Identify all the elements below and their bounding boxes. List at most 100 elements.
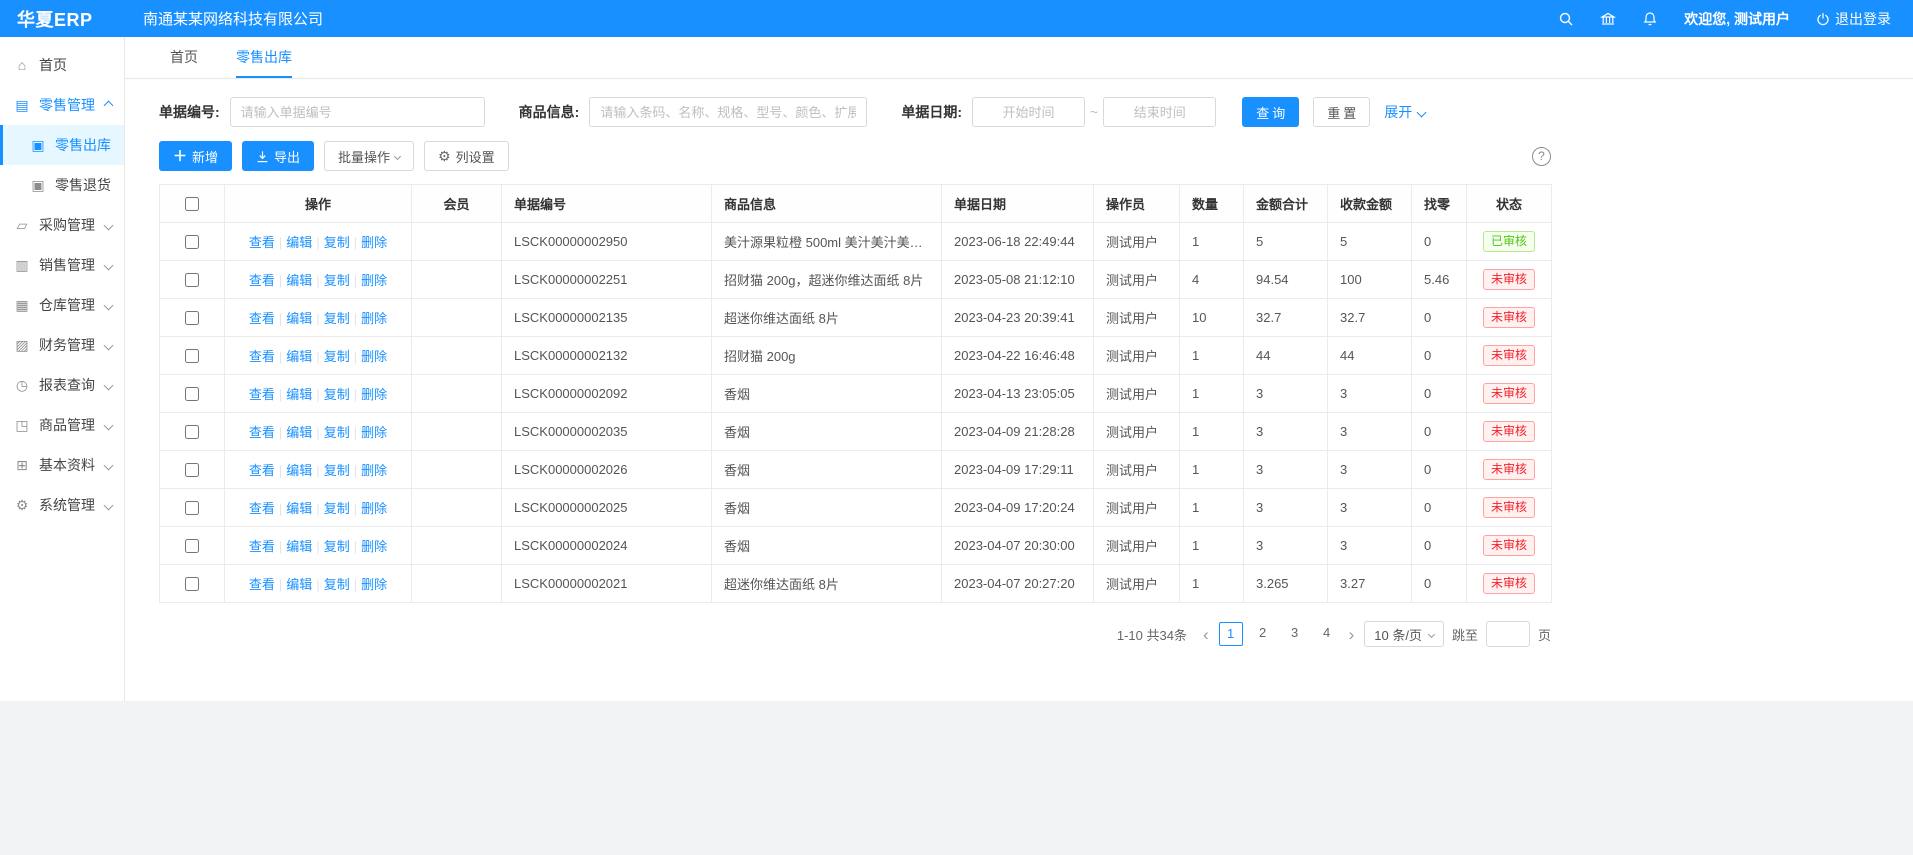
row-action-edit[interactable]: 编辑 (286, 501, 312, 516)
row-action-edit[interactable]: 编辑 (286, 539, 312, 554)
row-action-delete[interactable]: 删除 (361, 273, 387, 288)
row-checkbox[interactable] (185, 273, 199, 287)
row-checkbox[interactable] (185, 539, 199, 553)
sidebar-item-goods[interactable]: ◳商品管理 (0, 405, 124, 445)
row-checkbox[interactable] (185, 235, 199, 249)
sidebar-item-report[interactable]: ◷报表查询 (0, 365, 124, 405)
page-button-1[interactable]: 1 (1219, 622, 1243, 646)
chevron-down-icon (394, 152, 401, 159)
row-action-edit[interactable]: 编辑 (286, 425, 312, 440)
end-date-input[interactable] (1103, 97, 1216, 127)
page-size-select[interactable]: 10 条/页 (1364, 621, 1444, 647)
row-checkbox[interactable] (185, 463, 199, 477)
page-button-3[interactable]: 3 (1283, 622, 1307, 646)
row-action-view[interactable]: 查看 (249, 273, 275, 288)
row-action-view[interactable]: 查看 (249, 349, 275, 364)
row-action-edit[interactable]: 编辑 (286, 311, 312, 326)
select-all-checkbox[interactable] (185, 197, 199, 211)
row-checkbox[interactable] (185, 311, 199, 325)
row-action-copy[interactable]: 复制 (324, 463, 350, 478)
sidebar-item-basic[interactable]: ⊞基本资料 (0, 445, 124, 485)
tab-home[interactable]: 首页 (170, 37, 198, 78)
row-action-copy[interactable]: 复制 (324, 577, 350, 592)
change-cell: 0 (1412, 299, 1467, 337)
row-checkbox[interactable] (185, 501, 199, 515)
row-action-view[interactable]: 查看 (249, 463, 275, 478)
row-action-edit[interactable]: 编辑 (286, 349, 312, 364)
app-logo: 华夏ERP (0, 6, 125, 32)
row-action-view[interactable]: 查看 (249, 577, 275, 592)
add-button[interactable]: ＋ 新增 (159, 141, 232, 171)
tab-retail-outbound[interactable]: 零售出库 (236, 37, 292, 78)
logout-button[interactable]: 退出登录 (1816, 9, 1891, 29)
row-action-delete[interactable]: 删除 (361, 501, 387, 516)
row-action-view[interactable]: 查看 (249, 235, 275, 250)
action-separator: | (354, 349, 357, 364)
sidebar-item-purchase[interactable]: ▱采购管理 (0, 205, 124, 245)
row-action-delete[interactable]: 删除 (361, 425, 387, 440)
row-action-copy[interactable]: 复制 (324, 349, 350, 364)
member-cell (412, 413, 502, 451)
next-page-button[interactable]: › (1347, 626, 1357, 643)
sidebar-item-sales[interactable]: ▥销售管理 (0, 245, 124, 285)
prev-page-button[interactable]: ‹ (1201, 626, 1211, 643)
row-checkbox[interactable] (185, 387, 199, 401)
row-action-edit[interactable]: 编辑 (286, 387, 312, 402)
search-icon[interactable] (1558, 11, 1574, 27)
status-cell: 未审核 (1467, 261, 1552, 299)
row-checkbox[interactable] (185, 349, 199, 363)
row-action-copy[interactable]: 复制 (324, 273, 350, 288)
export-button[interactable]: 导出 (242, 141, 314, 171)
sidebar-item-warehouse[interactable]: ▦仓库管理 (0, 285, 124, 325)
row-action-delete[interactable]: 删除 (361, 387, 387, 402)
sidebar-subitem-retail-return[interactable]: ▣零售退货 (0, 165, 124, 205)
row-action-view[interactable]: 查看 (249, 387, 275, 402)
row-checkbox[interactable] (185, 577, 199, 591)
sidebar-subitem-retail-outbound[interactable]: ▣零售出库 (0, 125, 124, 165)
jump-page-input[interactable] (1486, 621, 1530, 647)
row-action-copy[interactable]: 复制 (324, 387, 350, 402)
bank-icon[interactable] (1600, 11, 1616, 27)
page-button-4[interactable]: 4 (1315, 622, 1339, 646)
reset-button[interactable]: 重置 (1313, 97, 1370, 127)
sidebar-item-finance[interactable]: ▨财务管理 (0, 325, 124, 365)
product-info-input[interactable] (589, 97, 867, 127)
row-action-delete[interactable]: 删除 (361, 311, 387, 326)
row-action-copy[interactable]: 复制 (324, 425, 350, 440)
table-row: 查看|编辑|复制|删除LSCK00000002026香烟2023-04-09 1… (160, 451, 1552, 489)
row-action-delete[interactable]: 删除 (361, 577, 387, 592)
operator-cell: 测试用户 (1094, 527, 1180, 565)
row-action-edit[interactable]: 编辑 (286, 273, 312, 288)
row-action-delete[interactable]: 删除 (361, 235, 387, 250)
row-checkbox[interactable] (185, 425, 199, 439)
row-action-view[interactable]: 查看 (249, 539, 275, 554)
row-action-copy[interactable]: 复制 (324, 235, 350, 250)
sidebar-item-retail[interactable]: ▤零售管理 (0, 85, 124, 125)
row-action-view[interactable]: 查看 (249, 501, 275, 516)
page-button-2[interactable]: 2 (1251, 622, 1275, 646)
row-action-view[interactable]: 查看 (249, 311, 275, 326)
row-action-copy[interactable]: 复制 (324, 539, 350, 554)
search-button[interactable]: 查询 (1242, 97, 1299, 127)
row-action-view[interactable]: 查看 (249, 425, 275, 440)
row-action-delete[interactable]: 删除 (361, 463, 387, 478)
sidebar-item-system[interactable]: ⚙系统管理 (0, 485, 124, 525)
column-settings-button[interactable]: ⚙ 列设置 (424, 141, 509, 171)
row-action-copy[interactable]: 复制 (324, 311, 350, 326)
action-separator: | (316, 577, 319, 592)
help-icon[interactable]: ? (1532, 147, 1551, 166)
expand-link[interactable]: 展开 (1384, 102, 1425, 122)
row-action-edit[interactable]: 编辑 (286, 235, 312, 250)
row-action-copy[interactable]: 复制 (324, 501, 350, 516)
bill-no-input[interactable] (230, 97, 485, 127)
bell-icon[interactable] (1642, 11, 1658, 27)
batch-actions-button[interactable]: 批量操作 (324, 141, 414, 171)
bill-no-cell: LSCK00000002135 (502, 299, 712, 337)
row-action-edit[interactable]: 编辑 (286, 463, 312, 478)
row-action-delete[interactable]: 删除 (361, 349, 387, 364)
start-date-input[interactable] (972, 97, 1085, 127)
sidebar-item-home[interactable]: ⌂首页 (0, 45, 124, 85)
row-action-edit[interactable]: 编辑 (286, 577, 312, 592)
table-row: 查看|编辑|复制|删除LSCK00000002092香烟2023-04-13 2… (160, 375, 1552, 413)
row-action-delete[interactable]: 删除 (361, 539, 387, 554)
